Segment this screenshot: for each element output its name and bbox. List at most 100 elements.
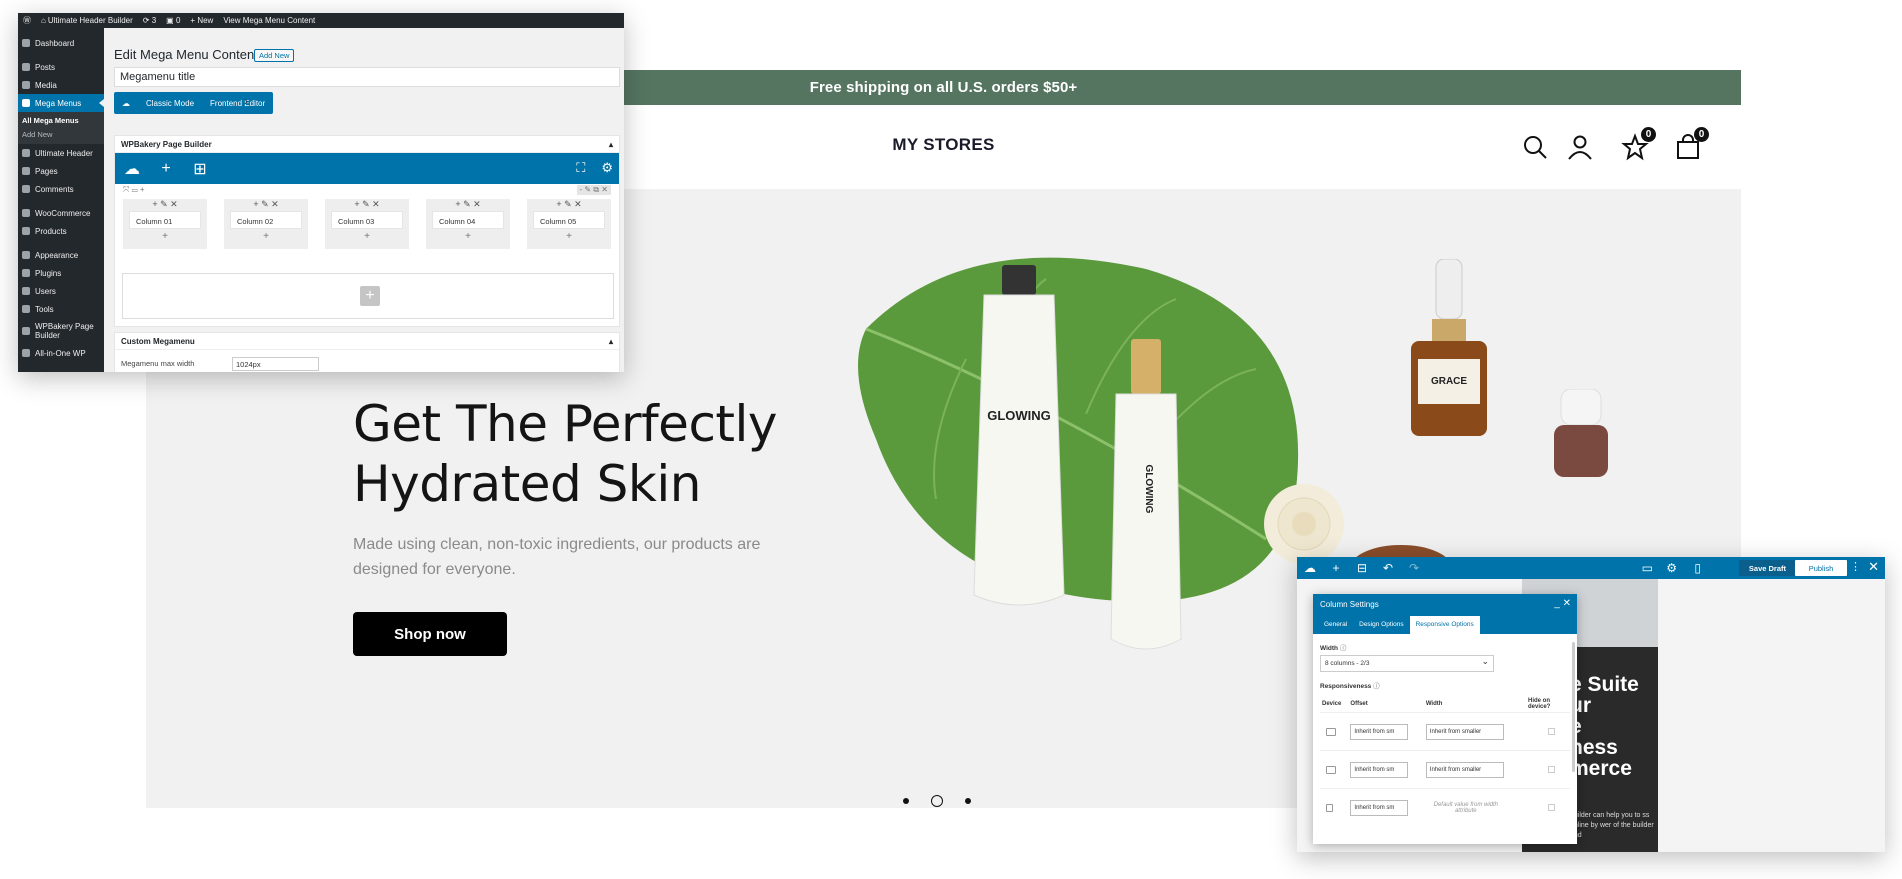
wp-admin-sidebar: Dashboard Posts Media Mega Menus All Meg…	[18, 28, 104, 372]
submenu-add-new[interactable]: Add New	[18, 128, 104, 142]
add-element-icon[interactable]: +	[149, 160, 183, 178]
sidebar-item-wpbakery[interactable]: WPBakery Page Builder	[18, 318, 104, 344]
sidebar-item-tools[interactable]: Tools	[18, 300, 104, 318]
offset-select[interactable]: Inherit from sm	[1350, 723, 1409, 740]
slider-dot-active[interactable]	[931, 795, 943, 807]
wpbakery-logo-icon: ☁	[122, 98, 130, 108]
minimize-icon[interactable]: _	[1554, 598, 1560, 609]
builder-column[interactable]: + ✎ ✕ Column 04 +	[426, 199, 510, 249]
desktop-icon[interactable]: ▭	[1642, 561, 1653, 575]
tab-general[interactable]: General	[1318, 616, 1353, 634]
collapse-icon[interactable]: ▴	[609, 140, 613, 149]
builder-column[interactable]: + ✎ ✕ Column 01 +	[123, 199, 207, 249]
new-content-link[interactable]: + New	[190, 16, 213, 25]
undo-icon[interactable]: ↶	[1375, 561, 1401, 575]
mobile-icon	[1326, 803, 1333, 812]
wpbakery-logo-icon[interactable]: ☁	[1297, 561, 1323, 575]
search-icon[interactable]	[1521, 133, 1549, 161]
tab-responsive-options[interactable]: Responsive Options	[1409, 616, 1480, 634]
add-row-icon[interactable]: +	[360, 286, 380, 306]
row-controls[interactable]: ⤧ ▭ +	[123, 185, 145, 195]
gear-icon[interactable]: ⚙	[601, 160, 613, 176]
leaf-illustration	[858, 257, 1299, 602]
row-actions[interactable]: - ✎ ⧉ ✕	[576, 185, 611, 195]
site-name-link[interactable]: Ultimate Header Builder	[48, 16, 133, 25]
table-row: Inherit from sm Inherit from smaller	[1320, 750, 1570, 789]
wordpress-logo-icon[interactable]: Ⓦ	[23, 15, 31, 26]
hide-checkbox[interactable]	[1548, 804, 1555, 812]
woocommerce-icon	[22, 209, 30, 217]
title-input[interactable]: Megamenu title	[114, 67, 620, 87]
custom-megamenu-title: Custom Megamenu ▴	[115, 333, 619, 350]
user-icon	[22, 287, 30, 295]
hero-title: Get The Perfectly Hydrated Skin	[353, 395, 778, 513]
responsiveness-table: Device Offset Width Hide on device? Inhe…	[1320, 696, 1570, 827]
shield-icon	[22, 349, 30, 357]
width-inherit-select[interactable]: Inherit from smaller	[1425, 723, 1504, 740]
shop-now-button[interactable]: Shop now	[353, 612, 507, 656]
default-width-note: Default value from width attribute	[1433, 801, 1498, 814]
builder-column[interactable]: + ✎ ✕ Column 02 +	[224, 199, 308, 249]
width-select[interactable]: 8 columns - 2/3	[1320, 655, 1494, 672]
wishlist-icon[interactable]: 0	[1621, 127, 1656, 161]
wpbakery-logo-icon[interactable]: ☁	[115, 159, 149, 179]
builder-column[interactable]: + ✎ ✕ Column 03 +	[325, 199, 409, 249]
frontend-editor-window: ☁ + ⊟ ↶ ↷ ▭ ⚙ ▯ Save Draft Publish ⋮ ✕ e…	[1297, 557, 1885, 852]
add-new-button[interactable]: Add New	[254, 49, 295, 62]
sidebar-item-products[interactable]: Products	[18, 222, 104, 240]
save-draft-button[interactable]: Save Draft	[1738, 560, 1796, 576]
mobile-icon[interactable]: ▯	[1694, 561, 1701, 575]
collapse-icon[interactable]: ▴	[609, 337, 613, 346]
cream-jar	[1554, 389, 1608, 477]
sidebar-item-woocommerce[interactable]: WooCommerce	[18, 204, 104, 222]
close-icon[interactable]: ✕	[1563, 598, 1571, 609]
fullscreen-icon[interactable]: ⛶	[576, 160, 585, 176]
tube-product-large: GLOWING	[973, 265, 1065, 606]
classic-mode-button[interactable]: Classic Mode	[138, 99, 202, 108]
column-settings-panel: Column Settings _ ✕ General Design Optio…	[1313, 594, 1577, 844]
slider-dot[interactable]	[903, 798, 909, 804]
offset-select[interactable]: Inherit from sm	[1350, 799, 1409, 816]
wrench-icon	[22, 305, 30, 313]
sidebar-item-comments[interactable]: Comments	[18, 180, 104, 198]
sidebar-item-dashboard[interactable]: Dashboard	[18, 34, 104, 52]
comments-icon[interactable]: ▣ 0	[166, 16, 180, 25]
gear-icon[interactable]: ⚙	[1666, 561, 1677, 575]
sidebar-item-posts[interactable]: Posts	[18, 58, 104, 76]
redo-icon[interactable]: ↷	[1401, 561, 1427, 575]
sidebar-item-ultimate-header[interactable]: Ultimate Header	[18, 144, 104, 162]
submenu-all-mega-menus[interactable]: All Mega Menus	[18, 114, 104, 128]
sidebar-item-users[interactable]: Users	[18, 282, 104, 300]
slider-dot[interactable]	[965, 798, 971, 804]
sidebar-item-mega-menus[interactable]: Mega Menus	[18, 94, 104, 112]
sidebar-item-all-in-one[interactable]: All-in-One WP	[18, 344, 104, 362]
sidebar-item-appearance[interactable]: Appearance	[18, 246, 104, 264]
offset-select[interactable]: Inherit from sm	[1350, 761, 1409, 778]
home-icon: ⌂	[41, 16, 46, 25]
frontend-editor-button[interactable]: Frontend Editor	[202, 99, 273, 108]
publish-button[interactable]: Publish	[1795, 560, 1847, 576]
builder-column[interactable]: + ✎ ✕ Column 05 +	[527, 199, 611, 249]
add-element-icon[interactable]: +	[1323, 561, 1349, 575]
layout-icon[interactable]: ⊟	[1349, 561, 1375, 575]
tab-design-options[interactable]: Design Options	[1353, 616, 1409, 634]
sidebar-item-plugins[interactable]: Plugins	[18, 264, 104, 282]
max-width-input[interactable]: 1024px	[232, 357, 319, 371]
templates-icon[interactable]: ⊞	[183, 159, 217, 179]
svg-text:GLOWING: GLOWING	[1143, 465, 1154, 514]
panel-scrollbar[interactable]	[1572, 642, 1575, 772]
hide-checkbox[interactable]	[1548, 766, 1555, 773]
wp-admin-window: Ⓦ ⌂ Ultimate Header Builder ⟳ 3 ▣ 0 + Ne…	[18, 13, 624, 372]
sidebar-item-pages[interactable]: Pages	[18, 162, 104, 180]
view-content-link[interactable]: View Mega Menu Content	[223, 16, 315, 25]
close-icon[interactable]: ✕	[1868, 559, 1879, 575]
width-inherit-select[interactable]: Inherit from smaller	[1425, 761, 1504, 778]
updates-icon[interactable]: ⟳ 3	[143, 16, 156, 25]
chevron-right-icon[interactable]: ›	[244, 94, 248, 108]
cart-icon[interactable]: 0	[1674, 127, 1709, 161]
account-icon[interactable]	[1566, 133, 1594, 161]
sidebar-item-media[interactable]: Media	[18, 76, 104, 94]
hide-checkbox[interactable]	[1548, 728, 1555, 735]
more-icon[interactable]: ⋮	[1850, 560, 1861, 573]
svg-text:GLOWING: GLOWING	[987, 408, 1051, 423]
